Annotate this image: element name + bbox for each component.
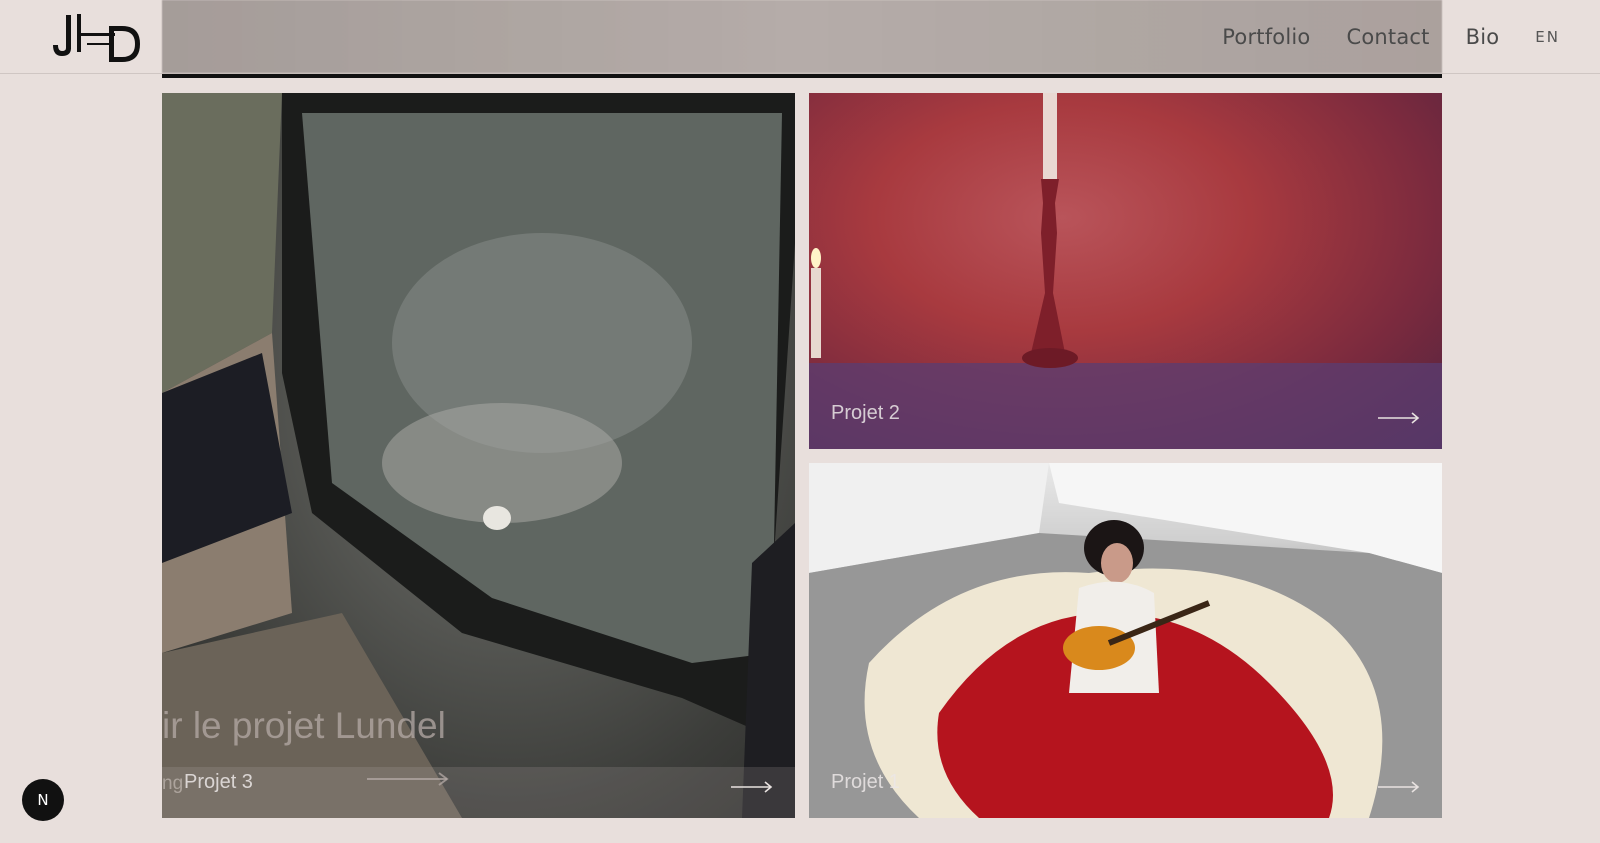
site-logo[interactable]	[52, 12, 142, 62]
site-header: Portfolio Contact Bio EN	[0, 0, 1600, 74]
nav-contact[interactable]: Contact	[1346, 25, 1429, 49]
badge-letter: N	[37, 791, 49, 809]
project-3-hover-title: ir le projet Lundel	[162, 705, 446, 746]
project-3-hover-subtitle: ng	[162, 773, 184, 794]
dev-overlay-badge[interactable]: N	[22, 779, 64, 821]
project-tile-1[interactable]: Projet 1	[809, 463, 1442, 818]
main-nav: Portfolio Contact Bio EN	[1186, 0, 1560, 73]
nav-portfolio[interactable]: Portfolio	[1222, 25, 1310, 49]
arrow-right-icon	[1378, 781, 1420, 793]
hover-arrow-icon	[367, 772, 449, 786]
caption-backdrop	[162, 767, 795, 818]
arrow-right-icon	[1378, 412, 1420, 424]
language-switch[interactable]: EN	[1535, 28, 1560, 46]
project-tile-3[interactable]: ir le projet Lundel ng Projet 3	[162, 93, 795, 818]
project-1-label: Projet 1	[831, 771, 900, 793]
project-tile-2[interactable]: Projet 2	[809, 93, 1442, 449]
candle-photo-illustration	[809, 93, 1442, 449]
guitar-photo-illustration	[809, 463, 1442, 818]
project-3-label: Projet 3	[184, 771, 253, 793]
nav-bio[interactable]: Bio	[1466, 25, 1500, 49]
arrow-right-icon	[731, 781, 773, 793]
project-2-label: Projet 2	[831, 402, 900, 424]
jhd-logo-icon	[53, 14, 140, 62]
